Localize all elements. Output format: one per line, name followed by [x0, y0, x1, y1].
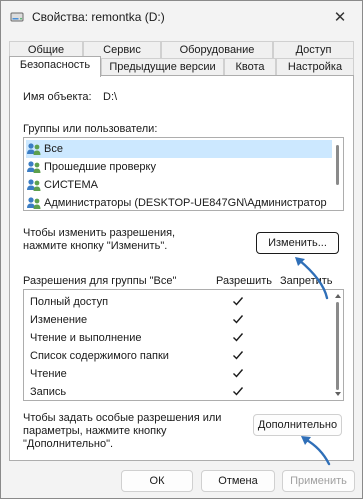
list-item[interactable]: СИСТЕМА: [26, 176, 98, 194]
object-name-label: Имя объекта:: [23, 91, 92, 103]
annotation-arrow-icon: [301, 436, 331, 466]
list-item-label: Прошедшие проверку: [44, 161, 156, 173]
close-icon: ✕: [333, 9, 347, 26]
annotation-arrow-icon: [295, 257, 329, 300]
checkmark-icon: [233, 297, 244, 306]
permission-name: Чтение: [30, 368, 67, 380]
tab-security[interactable]: Безопасность: [9, 56, 101, 77]
ok-button[interactable]: ОК: [121, 470, 193, 492]
tab-previous-versions[interactable]: Предыдущие версии: [101, 58, 224, 76]
list-item[interactable]: Прошедшие проверку: [26, 158, 156, 176]
change-button[interactable]: Изменить...: [256, 232, 339, 254]
groups-label: Группы или пользователи:: [23, 123, 158, 135]
advanced-hint: Чтобы задать особые разрешения или парам…: [23, 412, 222, 450]
permission-row: Запись: [24, 384, 324, 402]
checkmark-icon: [233, 369, 244, 378]
advanced-button-label: Дополнительно: [257, 419, 338, 431]
scroll-thumb[interactable]: [336, 302, 339, 390]
permission-name: Полный доступ: [30, 296, 109, 308]
permissions-scrollbar[interactable]: [334, 292, 342, 398]
list-item-label: СИСТЕМА: [44, 179, 98, 191]
cancel-button[interactable]: Отмена: [201, 470, 275, 492]
scroll-down-arrow-icon[interactable]: [335, 392, 341, 396]
users-icon: [27, 179, 41, 191]
change-hint: Чтобы изменить разрешения, нажмите кнопк…: [23, 227, 176, 252]
checkmark-icon: [233, 315, 244, 324]
change-button-label: Изменить...: [268, 237, 327, 249]
window-title: Свойства: remontka (D:): [32, 10, 165, 24]
scroll-thumb[interactable]: [336, 145, 339, 185]
apply-button-label: Применить: [290, 475, 347, 487]
checkmark-icon: [233, 333, 244, 342]
drive-icon: [10, 12, 24, 22]
users-icon: [27, 197, 41, 209]
permission-row: Изменение: [24, 312, 324, 330]
titlebar[interactable]: Свойства: remontka (D:) ✕: [1, 1, 362, 33]
tab-quota[interactable]: Квота: [224, 58, 276, 76]
permission-name: Список содержимого папки: [30, 350, 169, 362]
permission-name: Изменение: [30, 314, 88, 326]
list-item-label: Администраторы (DESKTOP-UE847GN\Админист…: [44, 197, 327, 209]
tab-sharing[interactable]: Доступ: [273, 41, 354, 59]
users-icon: [27, 161, 41, 173]
checkmark-icon: [233, 387, 244, 396]
allow-column-header: Разрешить: [216, 275, 272, 287]
permission-row: Список содержимого папки: [24, 348, 324, 366]
groups-scrollbar[interactable]: [334, 139, 342, 209]
permission-name: Чтение и выполнение: [30, 332, 142, 344]
advanced-button[interactable]: Дополнительно: [253, 414, 342, 436]
cancel-button-label: Отмена: [218, 475, 258, 487]
list-item[interactable]: Все: [26, 140, 332, 158]
list-item[interactable]: Администраторы (DESKTOP-UE847GN\Админист…: [26, 194, 332, 212]
users-icon: [27, 143, 41, 155]
permission-row: Чтение и выполнение: [24, 330, 324, 348]
tab-customize[interactable]: Настройка: [276, 58, 354, 76]
close-button[interactable]: ✕: [318, 1, 362, 33]
tab-hardware[interactable]: Оборудование: [161, 41, 273, 59]
apply-button[interactable]: Применить: [282, 470, 355, 492]
list-item-label: Все: [44, 143, 63, 155]
checkmark-icon: [233, 351, 244, 360]
scroll-up-arrow-icon[interactable]: [335, 294, 341, 298]
ok-button-label: ОК: [149, 475, 165, 487]
properties-window: Свойства: remontka (D:) ✕ Общие Сервис О…: [0, 0, 363, 499]
object-name-value: D:\: [103, 91, 118, 103]
tabs-front-row: Безопасность Предыдущие версии Квота Нас…: [9, 56, 354, 77]
permission-row: Полный доступ: [24, 294, 324, 312]
permissions-list[interactable]: Полный доступ Изменение Чтение и выполне…: [23, 289, 344, 401]
permissions-header: Разрешения для группы "Все": [23, 275, 177, 287]
groups-listbox[interactable]: Все Прошедшие проверку СИСТЕМА Администр…: [23, 137, 344, 211]
permission-name: Запись: [30, 386, 67, 398]
permission-row: Чтение: [24, 366, 324, 384]
